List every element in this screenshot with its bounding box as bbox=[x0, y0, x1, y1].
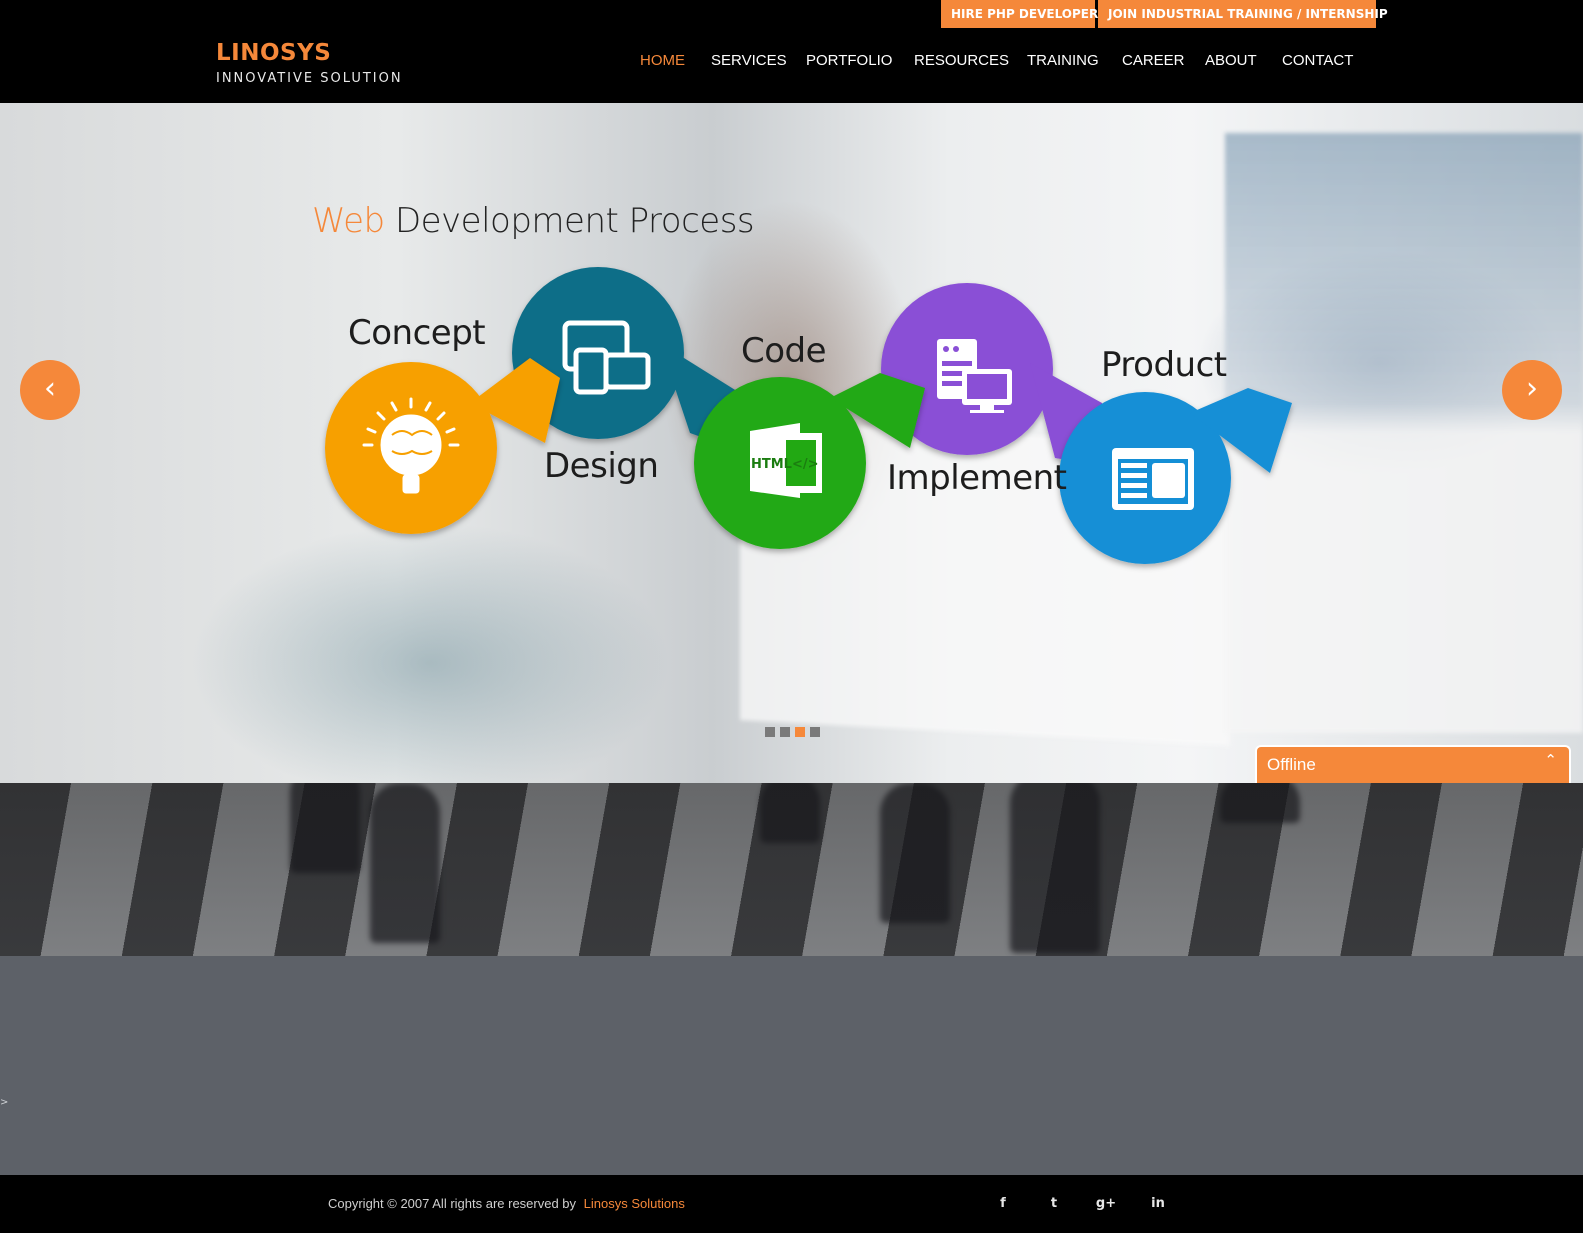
hero-slider: Web Development Process HTML</> Concept … bbox=[0, 103, 1583, 783]
join-training-button[interactable]: JOIN INDUSTRIAL TRAINING / INTERNSHIP bbox=[1098, 0, 1388, 28]
linkedin-icon[interactable]: in bbox=[1147, 1193, 1169, 1215]
nav-home[interactable]: HOME bbox=[640, 52, 685, 72]
stage-label-code: Code bbox=[741, 331, 827, 371]
concept-stage bbox=[325, 358, 560, 534]
nav-about[interactable]: ABOUT bbox=[1205, 52, 1257, 72]
browser-window-icon bbox=[1112, 448, 1194, 510]
stage-label-implement: Implement bbox=[887, 458, 1067, 498]
html-code-icon: HTML</> bbox=[750, 423, 822, 498]
slider-dot[interactable] bbox=[765, 727, 775, 737]
chevron-up-icon[interactable]: ⌃ bbox=[1544, 751, 1557, 769]
google-plus-icon[interactable]: g+ bbox=[1095, 1193, 1117, 1215]
nav-resources[interactable]: RESOURCES bbox=[914, 52, 1009, 72]
slider-pagination bbox=[765, 727, 820, 737]
stray-text: > bbox=[0, 1097, 9, 1108]
logo-subtitle: INNOVATIVE SOLUTION bbox=[216, 71, 403, 86]
slider-dot-active[interactable] bbox=[795, 727, 805, 737]
nav-career[interactable]: CAREER bbox=[1122, 52, 1185, 72]
company-link[interactable]: Linosys Solutions bbox=[584, 1196, 685, 1211]
twitter-icon[interactable]: t bbox=[1043, 1193, 1065, 1215]
nav-training[interactable]: TRAINING bbox=[1027, 52, 1099, 72]
slider-dot[interactable] bbox=[810, 727, 820, 737]
process-diagram: HTML</> bbox=[325, 267, 1292, 564]
chat-widget[interactable]: Offline ⌃ bbox=[1255, 745, 1571, 783]
facebook-icon[interactable]: f bbox=[992, 1193, 1014, 1215]
chevron-left-icon: ‹ bbox=[44, 371, 56, 406]
stage-label-design: Design bbox=[544, 446, 659, 486]
site-header: HIRE PHP DEVELOPER JOIN INDUSTRIAL TRAIN… bbox=[0, 0, 1583, 103]
logo-title[interactable]: LINOSYS bbox=[216, 40, 331, 66]
content-area bbox=[0, 956, 1583, 1175]
background-street-image bbox=[0, 783, 1583, 956]
site-footer: Copyright © 2007 All rights are reserved… bbox=[0, 1175, 1583, 1233]
nav-services[interactable]: SERVICES bbox=[711, 52, 787, 72]
stage-label-concept: Concept bbox=[348, 313, 486, 353]
chat-status-label: Offline bbox=[1267, 755, 1316, 774]
html-icon-text: HTML</> bbox=[751, 457, 819, 472]
nav-portfolio[interactable]: PORTFOLIO bbox=[806, 52, 892, 72]
copyright-label: Copyright © 2007 All rights are reserved… bbox=[328, 1196, 577, 1211]
hire-php-developer-button[interactable]: HIRE PHP DEVELOPER bbox=[941, 0, 1098, 28]
slider-dot[interactable] bbox=[780, 727, 790, 737]
slider-next-button[interactable]: › bbox=[1502, 360, 1562, 420]
chevron-right-icon: › bbox=[1526, 371, 1538, 406]
stage-label-product: Product bbox=[1101, 345, 1227, 385]
slider-prev-button[interactable]: ‹ bbox=[20, 360, 80, 420]
copyright-text: Copyright © 2007 All rights are reserved… bbox=[328, 1196, 685, 1211]
nav-contact[interactable]: CONTACT bbox=[1282, 52, 1353, 72]
